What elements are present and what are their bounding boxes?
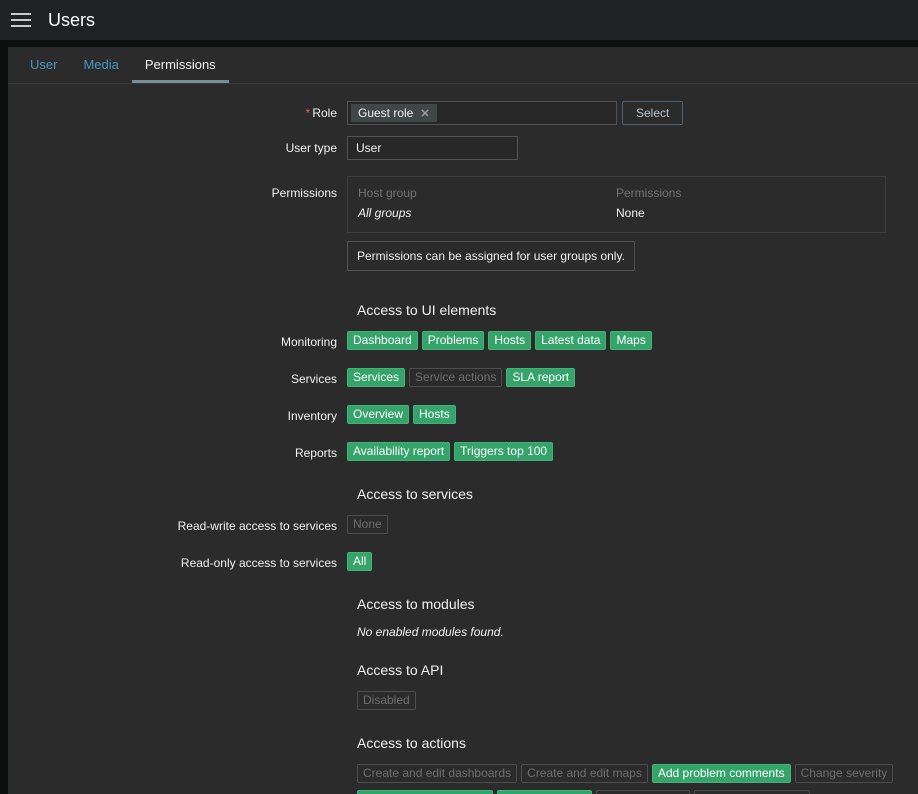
modules-empty-text: No enabled modules found.: [357, 625, 504, 639]
user-type-label: User type: [285, 141, 337, 155]
page-title: Users: [48, 9, 96, 30]
tag-create-and-edit-maps: Create and edit maps: [521, 764, 648, 783]
tag-change-severity: Change severity: [794, 764, 894, 783]
field-label: Read-only access to services: [180, 555, 337, 570]
tag-manage-api-tokens: Manage API tokens: [693, 790, 810, 794]
actions-tag-line: Acknowledge problemsClose problemsExecut…: [357, 790, 918, 794]
tag-all: All: [347, 552, 373, 571]
role-chip: Guest role ✕: [351, 104, 437, 122]
section-heading-services: Access to services: [357, 486, 473, 502]
role-row: * Role Guest role ✕ Select: [8, 101, 918, 125]
tag-list: Overview Hosts: [347, 405, 460, 426]
permissions-table-header: Host group Permissions: [348, 177, 885, 202]
role-label-text: Role: [312, 106, 337, 120]
user-type-row: User type: [8, 136, 918, 160]
section-heading-modules: Access to modules: [357, 596, 475, 612]
tag-services: Services: [347, 368, 406, 387]
tag-problems: Problems: [421, 331, 485, 350]
hamburger-menu-icon[interactable]: [11, 13, 31, 27]
tag-latest-data: Latest data: [535, 331, 607, 350]
tab-media[interactable]: Media: [70, 47, 131, 83]
tabs-bar: User Media Permissions: [8, 47, 918, 84]
tag-list: None: [347, 515, 392, 536]
tag-acknowledge-problems: Acknowledge problems: [357, 790, 494, 794]
form-row-monitoring: Monitoring Dashboard Problems Hosts Latest d…: [8, 331, 918, 352]
section-heading-actions: Access to actions: [357, 735, 466, 751]
tag-triggers-top-100: Triggers top 100: [454, 442, 554, 461]
tag-list: All: [347, 552, 376, 573]
tag-hosts: Hosts: [413, 405, 456, 424]
permissions-note: Permissions can be assigned for user gro…: [347, 241, 635, 271]
tag-list: Dashboard Problems Hosts Latest data Maps: [347, 331, 656, 352]
required-marker: *: [305, 106, 311, 120]
content-panel: User Media Permissions * Role Guest role ✕ …: [8, 47, 918, 794]
field-label: Inventory: [287, 408, 337, 423]
host-group-column-header: Host group: [358, 186, 417, 200]
tag-execute-scripts: Execute scripts: [596, 790, 690, 794]
remove-icon[interactable]: ✕: [420, 107, 429, 120]
host-group-cell: All groups: [358, 206, 412, 220]
field-label: Services: [290, 371, 337, 386]
permissions-column-header: Permissions: [616, 186, 682, 200]
permissions-row: Permissions Host group Permissions All g…: [8, 176, 918, 291]
role-label: * Role: [8, 106, 347, 120]
form-row-read-only-access-to-services: Read-only access to services All: [8, 552, 918, 573]
actions-tag-line: Create and edit dashboards Create and edi…: [357, 764, 918, 785]
form-row-reports: Reports Availability report Triggers top 1…: [8, 442, 918, 463]
permissions-cell: None: [616, 206, 645, 220]
field-label: Monitoring: [280, 334, 337, 349]
tag-create-and-edit-dashboards: Create and edit dashboards: [357, 764, 518, 783]
tag-overview: Overview: [347, 405, 410, 424]
tag-list: Services Service actions SLA report: [347, 368, 579, 389]
api-tag-list: Disabled: [357, 691, 918, 712]
actions-tag-rows: Create and edit dashboards Create and edi…: [357, 764, 918, 794]
top-bar: Users: [0, 0, 918, 40]
field-label: Reports: [294, 445, 337, 460]
user-permissions-form: *Role Guest role ✕ Select User type Perm…: [8, 84, 918, 794]
form-row-read-write-access-to-services: Read-write access to services None: [8, 515, 918, 536]
tag-maps: Maps: [610, 331, 652, 350]
field-label: Read-write access to services: [177, 518, 337, 533]
tab-user[interactable]: User: [17, 47, 70, 83]
tag-availability-report: Availability report: [347, 442, 451, 461]
tag-close-problems: Close problems: [497, 790, 593, 794]
tag-hosts: Hosts: [488, 331, 532, 350]
tag-dashboard: Dashboard: [347, 331, 418, 350]
role-multiselect-input[interactable]: Guest role ✕: [347, 101, 617, 125]
role-chip-label: Guest role: [358, 106, 414, 120]
form-row-services: Services Services Service actions SLA repor…: [8, 368, 918, 389]
permissions-table: Host group Permissions All groups None: [347, 176, 886, 233]
user-type-input: [347, 136, 518, 160]
section-heading-api: Access to API: [357, 662, 444, 678]
section-heading-ui-elements: Access to UI elements: [357, 302, 497, 318]
tag-list: Availability report Triggers top 100: [347, 442, 557, 463]
form-row-inventory: Inventory Overview Hosts: [8, 405, 918, 426]
tab-permissions[interactable]: Permissions: [131, 47, 229, 83]
tag-disabled: Disabled: [357, 691, 416, 710]
tag-none: None: [347, 515, 388, 534]
tag-service-actions: Service actions: [409, 368, 503, 387]
tag-add-problem-comments: Add problem comments: [651, 764, 791, 783]
permissions-label: Permissions: [271, 186, 337, 200]
tag-sla-report: SLA report: [506, 368, 576, 387]
select-button[interactable]: Select: [622, 101, 684, 125]
table-row: All groups None: [348, 202, 885, 232]
